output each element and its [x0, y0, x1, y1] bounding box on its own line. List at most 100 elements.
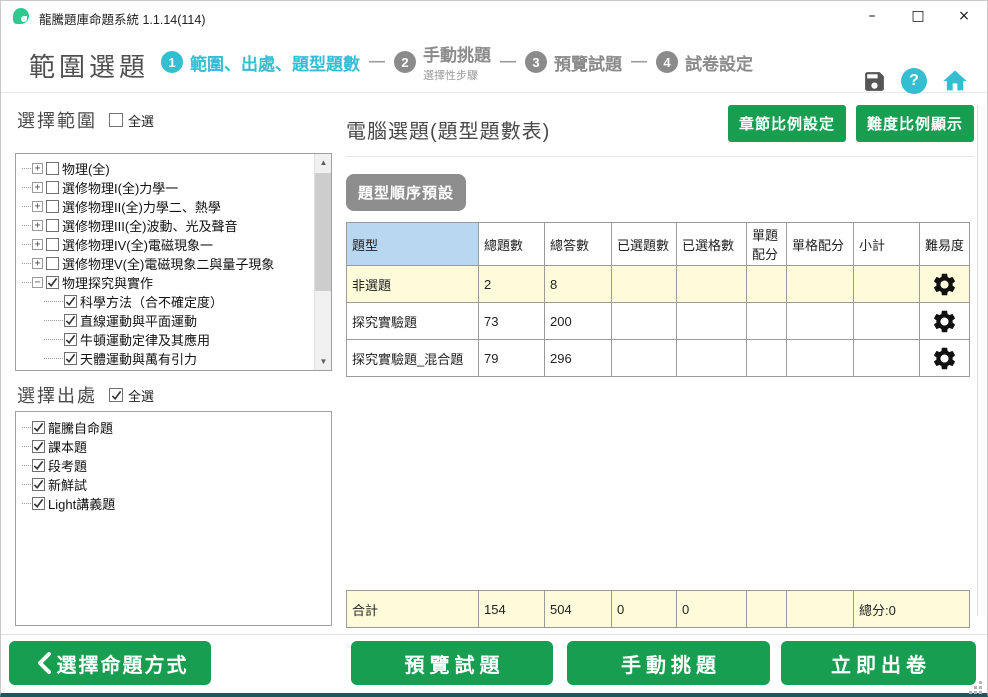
scope-scrollbar[interactable]: ▲ ▼: [314, 154, 331, 370]
chapter-ratio-button[interactable]: 章節比例設定: [728, 105, 846, 142]
chevron-left-icon: [37, 652, 51, 674]
tree-item-checkbox[interactable]: [46, 181, 59, 194]
cell-total-answers: 200: [545, 303, 612, 340]
tree-expander-icon[interactable]: +: [32, 182, 43, 193]
panel-scrollbar-track[interactable]: [977, 105, 986, 616]
step-separator: —: [369, 53, 385, 71]
close-button[interactable]: ×: [941, 1, 987, 31]
tree-expander-icon[interactable]: −: [32, 277, 43, 288]
tree-connector: [54, 320, 63, 321]
source-item[interactable]: 新鮮試: [22, 475, 325, 494]
wizard-step-4[interactable]: 4試卷設定: [656, 50, 753, 75]
tree-item-checkbox[interactable]: [64, 314, 77, 327]
source-item-checkbox[interactable]: [32, 478, 45, 491]
scroll-up-icon[interactable]: ▲: [315, 154, 332, 171]
scroll-thumb[interactable]: [315, 173, 332, 291]
question-type-table: 題型總題數總答數已選題數已選格數單題配分單格配分小計難易度非選題28探究實驗題7…: [346, 222, 970, 377]
source-item[interactable]: Light講義題: [22, 494, 325, 513]
step-label: 試卷設定: [685, 50, 753, 75]
source-item-checkbox[interactable]: [32, 459, 45, 472]
scope-select-all[interactable]: 全選: [109, 111, 154, 130]
tree-connector: [54, 358, 63, 359]
tree-item-checkbox[interactable]: [64, 333, 77, 346]
source-item-checkbox[interactable]: [32, 421, 45, 434]
tree-item[interactable]: +選修物理IV(全)電磁現象一: [22, 235, 311, 254]
tree-item[interactable]: −物理探究與實作: [22, 273, 311, 292]
source-item-label: 龍騰自命題: [48, 418, 113, 437]
minimize-button[interactable]: –: [849, 1, 895, 31]
scope-select-all-checkbox[interactable]: [109, 113, 123, 127]
wizard-step-2[interactable]: 2手動挑題選擇性步驟: [394, 41, 491, 83]
tree-item[interactable]: + 選修物理I(全)力學一: [22, 178, 311, 197]
tree-expander-icon[interactable]: +: [32, 163, 43, 174]
help-icon[interactable]: ?: [901, 68, 927, 94]
source-item[interactable]: 課本題: [22, 437, 325, 456]
tree-connector: [44, 358, 53, 359]
generate-paper-button[interactable]: 立即出卷: [781, 641, 976, 685]
column-header: 題型: [347, 223, 479, 266]
app-logo-icon: [13, 8, 29, 24]
tree-item[interactable]: 天體運動與萬有引力: [22, 349, 311, 368]
type-order-preset-button[interactable]: 題型順序預設: [346, 174, 466, 211]
back-to-mode-button[interactable]: 選擇命題方式: [9, 641, 211, 685]
tree-item-checkbox[interactable]: [46, 238, 59, 251]
tree-item-checkbox[interactable]: [46, 162, 59, 175]
save-icon[interactable]: [862, 69, 887, 94]
tree-item-label: 選修物理I(全)力學一: [62, 178, 178, 197]
wizard-step-1[interactable]: 1範圍、出處、題型題數: [161, 50, 360, 75]
step-separator: —: [631, 53, 647, 71]
tree-connector: [54, 339, 63, 340]
header-icons: ?: [862, 67, 969, 95]
tree-expander-icon[interactable]: +: [32, 201, 43, 212]
cell-selected-cells: [677, 340, 747, 377]
manual-pick-button[interactable]: 手動挑題: [567, 641, 770, 685]
tree-item-checkbox[interactable]: [64, 352, 77, 365]
page-title: 範圍選題: [29, 47, 149, 84]
tree-item-checkbox[interactable]: [46, 219, 59, 232]
tree-connector: [44, 301, 53, 302]
totals-selected-questions: 0: [612, 591, 677, 628]
tree-connector: [22, 465, 31, 466]
cell-selected-questions: [612, 303, 677, 340]
difficulty-gear-icon[interactable]: [920, 266, 970, 303]
cell-type: 非選題: [347, 266, 479, 303]
cell-selected-cells: [677, 266, 747, 303]
preview-questions-button[interactable]: 預覽試題: [351, 641, 553, 685]
source-select-all[interactable]: 全選: [109, 386, 154, 405]
tree-expander-icon[interactable]: +: [32, 220, 43, 231]
cell-per-question-score: [747, 266, 787, 303]
tree-item-checkbox[interactable]: [46, 200, 59, 213]
difficulty-ratio-button[interactable]: 難度比例顯示: [856, 105, 974, 142]
resize-grip[interactable]: [979, 681, 982, 684]
cell-type: 探究實驗題_混合題: [347, 340, 479, 377]
tree-item[interactable]: 牛頓運動定律及其應用: [22, 330, 311, 349]
scroll-down-icon[interactable]: ▼: [315, 353, 332, 370]
tree-item[interactable]: +選修物理V(全)電磁現象二與量子現象: [22, 254, 311, 273]
source-item[interactable]: 龍騰自命題: [22, 418, 325, 437]
difficulty-gear-icon[interactable]: [920, 340, 970, 377]
source-item-checkbox[interactable]: [32, 440, 45, 453]
tree-item-label: 天體運動與萬有引力: [80, 349, 197, 368]
source-item[interactable]: 段考題: [22, 456, 325, 475]
source-select-all-checkbox[interactable]: [109, 388, 123, 402]
home-icon[interactable]: [941, 67, 969, 95]
tree-item[interactable]: +選修物理III(全)波動、光及聲音: [22, 216, 311, 235]
tree-item[interactable]: +物理(全): [22, 159, 311, 178]
tree-expander-icon[interactable]: +: [32, 239, 43, 250]
tree-item[interactable]: +選修物理II(全)力學二、熱學: [22, 197, 311, 216]
source-section-header: 選擇出處 全選: [17, 382, 154, 408]
cell-total-answers: 8: [545, 266, 612, 303]
step-text: 預覽試題: [554, 50, 622, 75]
totals-questions: 154: [479, 591, 545, 628]
column-header: 總題數: [479, 223, 545, 266]
difficulty-gear-icon[interactable]: [920, 303, 970, 340]
wizard-step-3[interactable]: 3預覽試題: [525, 50, 622, 75]
maximize-button[interactable]: □: [895, 1, 941, 31]
source-item-checkbox[interactable]: [32, 497, 45, 510]
tree-expander-icon[interactable]: +: [32, 258, 43, 269]
tree-item[interactable]: 科學方法（合不確定度）: [22, 292, 311, 311]
tree-item[interactable]: 直線運動與平面運動: [22, 311, 311, 330]
tree-item-checkbox[interactable]: [46, 257, 59, 270]
tree-item-checkbox[interactable]: [64, 295, 77, 308]
tree-item-checkbox[interactable]: [46, 276, 59, 289]
